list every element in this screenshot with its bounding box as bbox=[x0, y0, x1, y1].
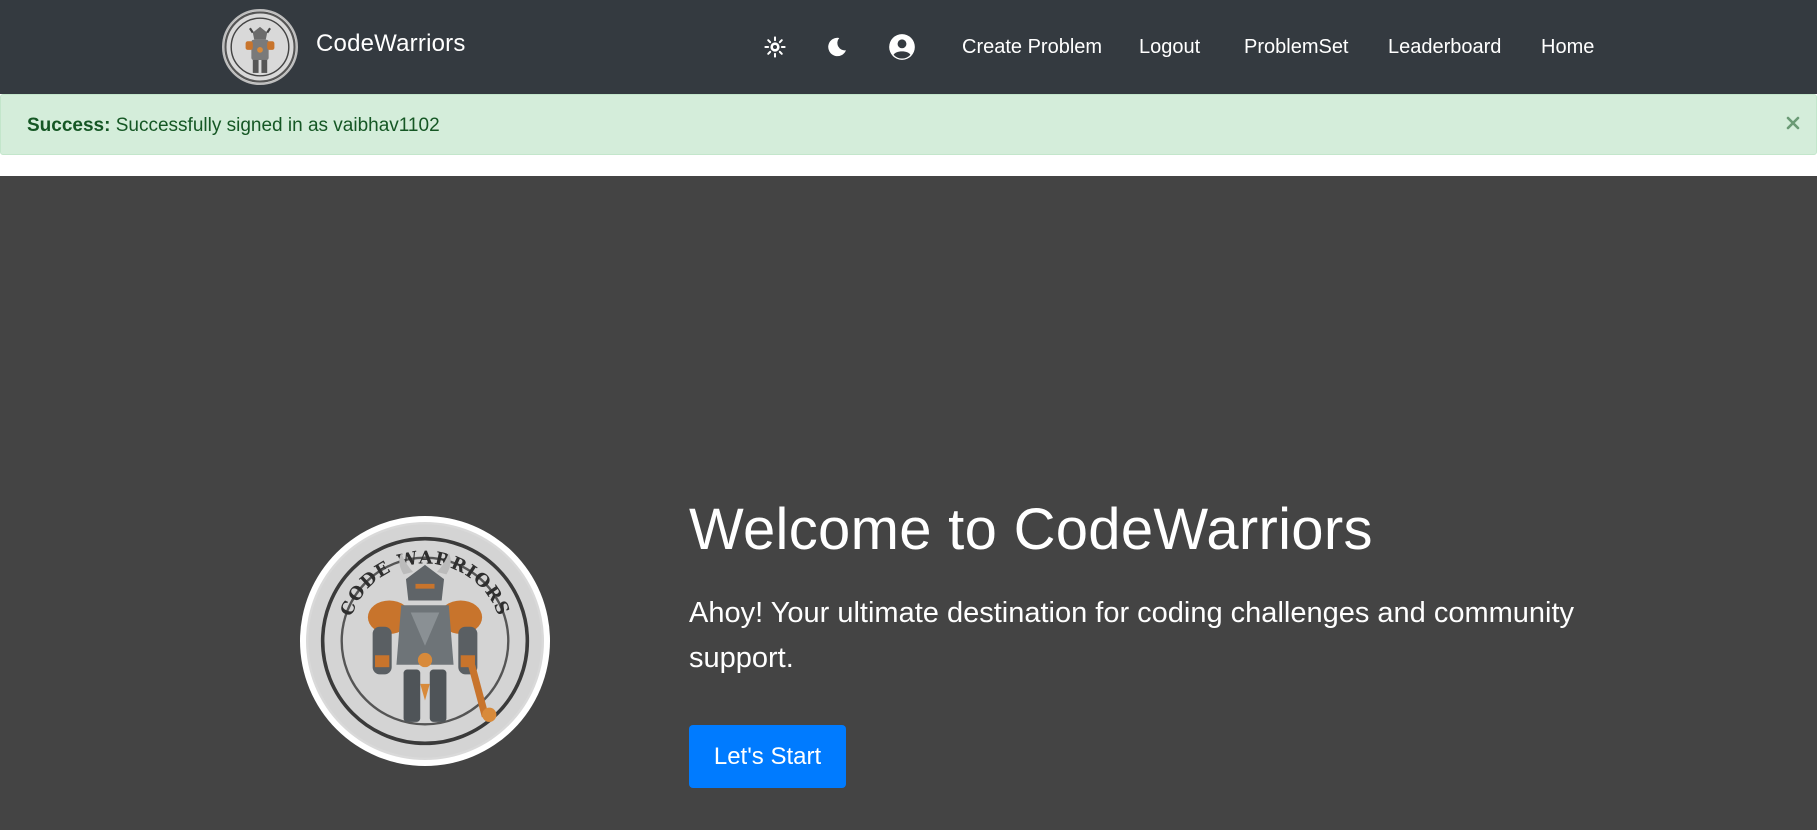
hero-subtitle: Ahoy! Your ultimate destination for codi… bbox=[689, 597, 1575, 674]
user-circle-icon[interactable] bbox=[887, 32, 917, 62]
alert-message: Successfully signed in as vaibhav1102 bbox=[115, 115, 440, 136]
lets-start-button[interactable]: Let's Start bbox=[689, 725, 846, 788]
nav-problemset[interactable]: ProblemSet bbox=[1244, 36, 1349, 59]
close-icon[interactable] bbox=[1780, 110, 1806, 136]
nav-leaderboard[interactable]: Leaderboard bbox=[1388, 36, 1501, 59]
hero-section: CODE WARRIORS Welcome to CodeWarriors Ah… bbox=[0, 176, 1817, 830]
nav-home[interactable]: Home bbox=[1541, 36, 1594, 59]
brand-name: CodeWarriors bbox=[316, 30, 466, 57]
success-alert: Success: Successfully signed in as vaibh… bbox=[0, 94, 1817, 155]
hero-title: Welcome to CodeWarriors bbox=[689, 497, 1373, 562]
hero-logo: CODE WARRIORS bbox=[300, 516, 550, 766]
nav-create-problem[interactable]: Create Problem bbox=[962, 36, 1102, 59]
alert-label: Success: bbox=[27, 115, 111, 136]
sun-icon[interactable] bbox=[760, 32, 790, 62]
brand-link[interactable]: CodeWarriors bbox=[222, 9, 466, 85]
moon-icon[interactable] bbox=[822, 32, 852, 62]
alert-text: Success: Successfully signed in as vaibh… bbox=[27, 115, 440, 137]
navbar: CodeWarriors Create Problem Logout Probl… bbox=[0, 0, 1817, 94]
brand-logo bbox=[222, 9, 298, 85]
nav-logout[interactable]: Logout bbox=[1139, 36, 1200, 59]
